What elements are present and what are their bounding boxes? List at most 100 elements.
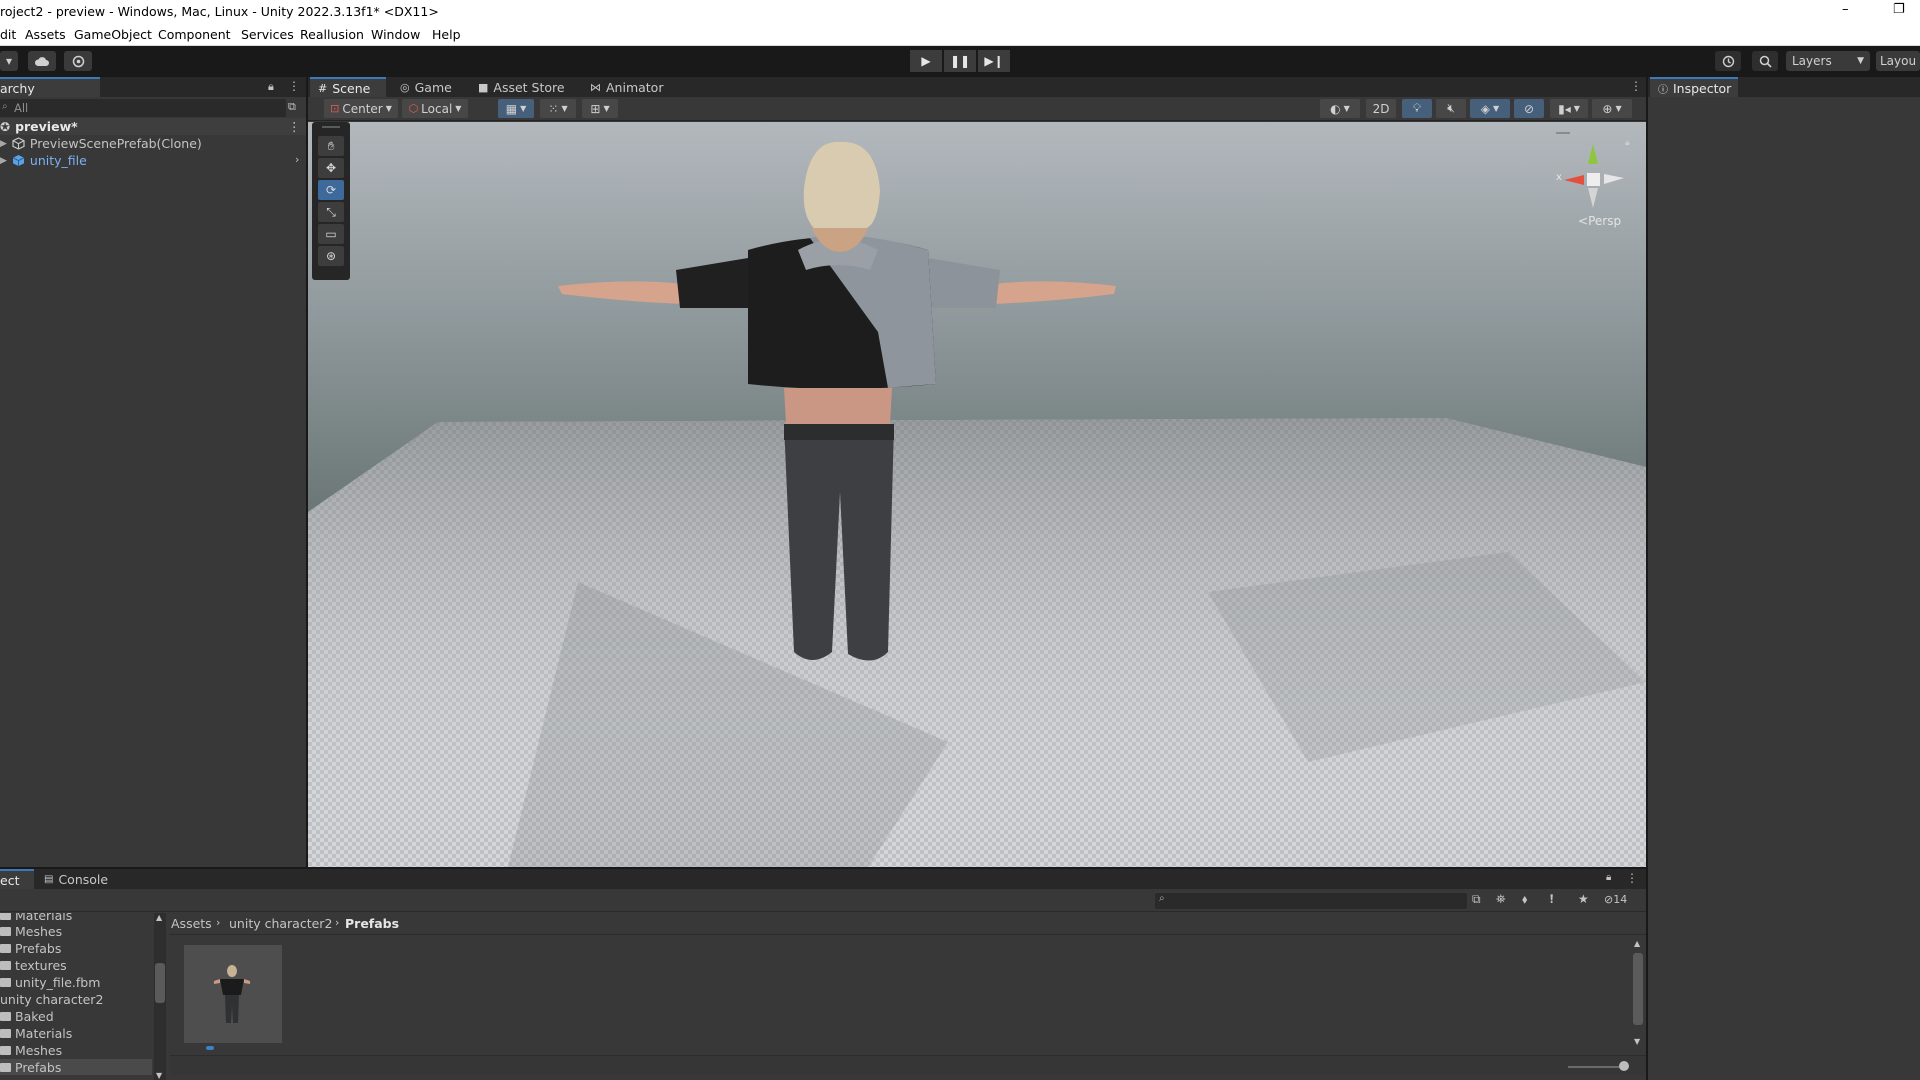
- lighting-toggle[interactable]: 💡︎: [1402, 99, 1432, 118]
- restore-button[interactable]: ❐: [1893, 2, 1905, 17]
- more-options-icon[interactable]: ⋮: [288, 79, 300, 93]
- scroll-thumb[interactable]: [1633, 953, 1643, 1025]
- pivot-center-dropdown[interactable]: ⊡ Center ▼: [324, 99, 398, 118]
- tree-item-baked[interactable]: Baked: [0, 1008, 54, 1024]
- 2d-toggle[interactable]: 2D: [1366, 99, 1396, 118]
- account-dropdown[interactable]: ▾: [0, 51, 18, 71]
- chevron-right-icon[interactable]: ›: [295, 153, 299, 166]
- scroll-up-icon[interactable]: ▲: [1634, 939, 1640, 948]
- tree-item-prefabs[interactable]: Prefabs: [0, 940, 61, 956]
- search-icon[interactable]: [1752, 51, 1778, 71]
- pause-button[interactable]: ❚❚: [944, 50, 976, 72]
- tree-item-materials[interactable]: Materials: [0, 913, 72, 923]
- hidden-packages-toggle[interactable]: ⊘14: [1604, 893, 1627, 906]
- audio-toggle[interactable]: 🔇︎: [1436, 99, 1466, 118]
- menu-assets[interactable]: Assets: [25, 27, 66, 42]
- increment-snap-toggle[interactable]: ⊞ ▼: [582, 99, 618, 118]
- expand-arrow-icon[interactable]: ▶: [0, 156, 7, 166]
- crumb-unity-character2[interactable]: unity character2: [229, 916, 332, 931]
- scroll-thumb[interactable]: [155, 963, 165, 1003]
- grid-visibility-toggle[interactable]: ⁙ ▼: [540, 99, 576, 118]
- draw-mode-dropdown[interactable]: ◐ ▼: [1320, 99, 1360, 118]
- chevron-down-icon: ▼: [561, 104, 568, 113]
- tree-item-textures[interactable]: textures: [0, 957, 67, 973]
- hierarchy-item-unity-file[interactable]: ▶ unity_file ›: [0, 152, 306, 169]
- tab-hierarchy[interactable]: archy: [0, 77, 100, 97]
- search-by-type-icon[interactable]: ⧉: [1472, 892, 1481, 907]
- menu-edit[interactable]: dit: [0, 27, 16, 42]
- gizmo-menu-icon[interactable]: [1556, 132, 1570, 134]
- hand-tool-icon[interactable]: ✋︎: [318, 136, 344, 156]
- scroll-up-icon[interactable]: ▲: [156, 913, 162, 922]
- expand-arrow-icon[interactable]: ▶: [0, 139, 7, 149]
- hierarchy-item-prefab[interactable]: ▶ PreviewScenePrefab(Clone): [0, 135, 202, 152]
- filter-icon[interactable]: ⧉: [288, 100, 296, 114]
- scene-options-icon[interactable]: ⋮: [288, 119, 301, 134]
- hierarchy-scene-row[interactable]: ✪ preview* ⋮: [0, 118, 306, 135]
- space-local-dropdown[interactable]: ⬡ Local ▼: [402, 99, 468, 118]
- tree-scrollbar[interactable]: ▲ ▼: [154, 913, 166, 1080]
- drag-handle[interactable]: [322, 126, 340, 128]
- minimize-button[interactable]: –: [1842, 2, 1849, 17]
- scene-visibility-toggle[interactable]: ⊘: [1514, 99, 1544, 118]
- lock-icon[interactable]: 🔒︎: [268, 80, 274, 94]
- menu-help[interactable]: Help: [432, 27, 461, 42]
- tree-item-meshes-2[interactable]: Meshes: [0, 1042, 62, 1058]
- more-options-icon[interactable]: ⋮: [1626, 871, 1638, 885]
- scroll-down-icon[interactable]: ▼: [1634, 1037, 1640, 1046]
- scene-viewport[interactable]: ✋︎ ✥ ⟳ ⤡ ▭ ⊛ 🔒︎ x <Persp: [308, 122, 1646, 867]
- tag-icon[interactable]: ⬧: [1522, 892, 1527, 907]
- more-options-icon[interactable]: ⋮: [1630, 79, 1642, 93]
- tab-scene[interactable]: # Scene: [310, 77, 386, 97]
- cloud-icon[interactable]: [28, 51, 56, 71]
- tab-inspector[interactable]: ⓘ Inspector: [1650, 77, 1738, 97]
- menu-reallusion[interactable]: Reallusion: [300, 27, 364, 42]
- axis-x-label: x: [1556, 172, 1562, 183]
- rect-tool-icon[interactable]: ▭: [318, 224, 344, 244]
- character-model: [558, 141, 1116, 661]
- history-icon[interactable]: [1715, 51, 1741, 71]
- tab-project[interactable]: ect: [0, 869, 34, 889]
- crumb-assets[interactable]: Assets: [171, 916, 212, 931]
- zoom-slider-thumb[interactable]: [1619, 1061, 1629, 1071]
- tree-item-materials-2[interactable]: Materials: [0, 1025, 72, 1041]
- zoom-slider-track[interactable]: [1568, 1066, 1624, 1068]
- crumb-prefabs[interactable]: Prefabs: [345, 916, 399, 931]
- tree-item-prefabs-selected[interactable]: Prefabs: [0, 1059, 152, 1075]
- camera-dropdown[interactable]: ▮◂ ▼: [1550, 99, 1588, 118]
- tab-asset-store[interactable]: ■ Asset Store: [470, 77, 573, 97]
- rotate-tool-icon[interactable]: ⟳: [318, 180, 344, 200]
- menu-services[interactable]: Services: [241, 27, 294, 42]
- tree-item-fbm[interactable]: unity_file.fbm: [0, 974, 100, 990]
- orientation-gizmo[interactable]: 🔒︎ x <Persp: [1538, 132, 1638, 242]
- project-search-input[interactable]: ⌕: [1155, 893, 1467, 909]
- tree-item-unity-character2[interactable]: unity character2: [0, 991, 103, 1007]
- tab-animator[interactable]: ⋈ Animator: [582, 77, 671, 97]
- hierarchy-search-input[interactable]: ⌕ All: [0, 99, 286, 117]
- grid-snap-toggle[interactable]: ▦ ▼: [498, 99, 534, 118]
- collab-icon[interactable]: [64, 51, 92, 71]
- layers-dropdown[interactable]: Layers ▼: [1786, 51, 1870, 71]
- gizmos-dropdown[interactable]: ⊕ ▼: [1592, 99, 1632, 118]
- menu-gameobject[interactable]: GameObject: [74, 27, 152, 42]
- effects-dropdown[interactable]: ◈ ▼: [1470, 99, 1510, 118]
- search-by-label-icon[interactable]: ⛯: [1496, 892, 1506, 907]
- asset-scrollbar[interactable]: ▲ ▼: [1632, 939, 1644, 1056]
- projection-label[interactable]: <Persp: [1578, 214, 1621, 228]
- asset-thumbnail-prefab[interactable]: [184, 945, 282, 1043]
- scroll-down-icon[interactable]: ▼: [156, 1071, 162, 1080]
- lock-icon[interactable]: 🔒︎: [1606, 872, 1611, 883]
- step-button[interactable]: ▶❙: [978, 50, 1010, 72]
- scale-tool-icon[interactable]: ⤡: [318, 202, 344, 222]
- layout-dropdown[interactable]: Layou: [1876, 51, 1920, 71]
- tree-item-meshes[interactable]: Meshes: [0, 923, 62, 939]
- transform-tool-icon[interactable]: ⊛: [318, 246, 344, 266]
- tab-game[interactable]: ◎ Game: [392, 77, 460, 97]
- tab-console[interactable]: ▤ Console: [36, 869, 116, 889]
- play-button[interactable]: ▶: [910, 50, 942, 72]
- favorite-star-icon[interactable]: ★: [1578, 892, 1589, 906]
- menu-window[interactable]: Window: [371, 27, 420, 42]
- move-tool-icon[interactable]: ✥: [318, 158, 344, 178]
- menu-component[interactable]: Component: [158, 27, 231, 42]
- alert-icon[interactable]: ❗︎: [1550, 892, 1553, 907]
